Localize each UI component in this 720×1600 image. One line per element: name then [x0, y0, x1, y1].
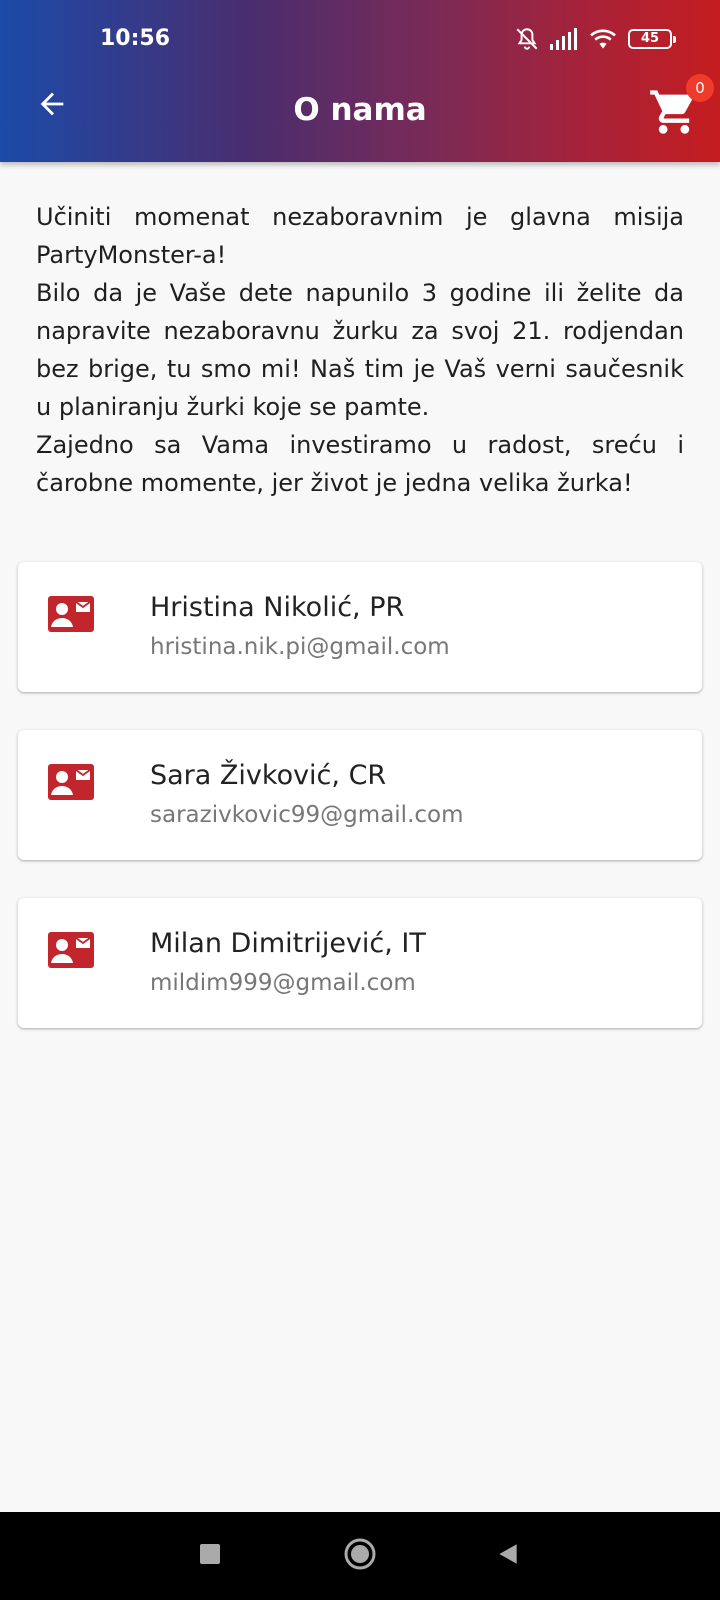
contact-email[interactable]: sarazivkovic99@gmail.com — [150, 802, 464, 828]
nav-recents-button[interactable] — [186, 1532, 234, 1580]
battery-icon: 45 — [628, 29, 676, 49]
square-icon — [198, 1542, 222, 1570]
contact-name: Sara Živković, CR — [150, 760, 387, 791]
system-nav-bar — [0, 1512, 720, 1600]
cart-count-badge: 0 — [686, 74, 714, 102]
contact-card[interactable]: Hristina Nikolić, PR hristina.nik.pi@gma… — [18, 562, 702, 692]
nav-back-button[interactable] — [484, 1532, 532, 1580]
status-bar: 10:56 45 — [0, 0, 720, 60]
status-icons: 45 — [514, 26, 676, 52]
contact-card[interactable]: Milan Dimitrijević, IT mildim999@gmail.c… — [18, 898, 702, 1028]
contact-mail-icon — [48, 596, 94, 632]
shopping-cart-icon — [648, 90, 700, 142]
about-paragraph: Učiniti momenat nezaboravnim je glavna m… — [36, 203, 684, 269]
contact-card[interactable]: Sara Živković, CR sarazivkovic99@gmail.c… — [18, 730, 702, 860]
contact-email[interactable]: mildim999@gmail.com — [150, 970, 416, 996]
contact-email[interactable]: hristina.nik.pi@gmail.com — [150, 634, 450, 660]
about-text: Učiniti momenat nezaboravnim je glavna m… — [36, 198, 684, 502]
about-paragraph: Bilo da je Vaše dete napunilo 3 godine i… — [36, 279, 684, 421]
app-bar: O nama — [0, 60, 720, 162]
nav-home-button[interactable] — [336, 1532, 384, 1580]
mute-bell-icon — [514, 26, 540, 52]
contact-mail-icon — [48, 932, 94, 968]
top-bar: 10:56 45 O nama — [0, 0, 720, 162]
contact-name: Milan Dimitrijević, IT — [150, 928, 426, 959]
contact-mail-icon — [48, 764, 94, 800]
signal-icon — [550, 28, 578, 50]
status-time: 10:56 — [100, 26, 171, 51]
about-section: Učiniti momenat nezaboravnim je glavna m… — [36, 198, 684, 502]
page-title: O nama — [293, 92, 427, 128]
about-paragraph: Zajedno sa Vama investiramo u radost, sr… — [36, 431, 684, 497]
triangle-icon — [495, 1541, 521, 1571]
wifi-icon — [588, 27, 618, 51]
circle-icon — [343, 1537, 377, 1575]
contact-name: Hristina Nikolić, PR — [150, 592, 405, 623]
